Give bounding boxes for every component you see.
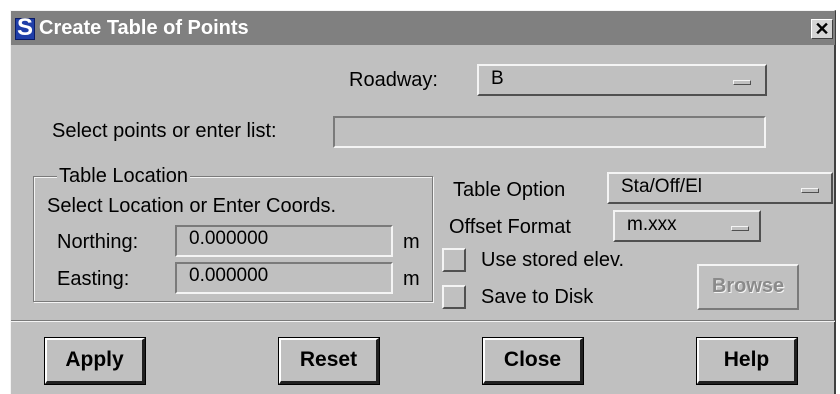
northing-unit: m [403, 231, 420, 253]
close-icon: ✕ [814, 19, 830, 39]
offset-format-label: Offset Format [449, 216, 571, 238]
use-stored-elev-label: Use stored elev. [481, 249, 625, 271]
table-option-value: Sta/Off/El [621, 176, 702, 197]
offset-format-select[interactable]: m.xxx [613, 210, 761, 242]
roadway-label: Roadway: [349, 69, 438, 91]
roadway-select[interactable]: B [477, 64, 767, 96]
app-logo-icon: S [15, 14, 35, 41]
chevron-down-icon [801, 188, 819, 193]
apply-button[interactable]: Apply [44, 337, 146, 385]
location-instruction: Select Location or Enter Coords. [47, 195, 337, 217]
table-location-title: Table Location [57, 163, 190, 189]
chevron-down-icon [731, 226, 749, 231]
northing-input[interactable]: 0.000000 [175, 225, 393, 257]
save-to-disk-label: Save to Disk [481, 286, 594, 308]
offset-format-value: m.xxx [627, 214, 677, 235]
title-bar[interactable]: S Create Table of Points ✕ [11, 11, 835, 45]
roadway-value: B [491, 68, 504, 89]
easting-unit: m [403, 268, 420, 290]
close-window-button[interactable]: ✕ [811, 19, 833, 39]
browse-button[interactable]: Browse [697, 264, 799, 310]
table-option-select[interactable]: Sta/Off/El [607, 172, 833, 204]
reset-button[interactable]: Reset [278, 337, 380, 385]
use-stored-elev-checkbox[interactable] [442, 248, 466, 272]
help-button[interactable]: Help [696, 337, 798, 385]
select-points-input[interactable] [333, 116, 766, 148]
select-points-label: Select points or enter list: [52, 120, 277, 142]
dialog-window: S Create Table of Points ✕ Roadway: B Se… [10, 10, 836, 394]
table-option-label: Table Option [453, 179, 566, 201]
window-title: Create Table of Points [39, 17, 249, 39]
easting-input[interactable]: 0.000000 [175, 262, 393, 294]
save-to-disk-checkbox[interactable] [442, 285, 466, 309]
northing-label: Northing: [57, 231, 139, 253]
chevron-down-icon [733, 80, 751, 85]
easting-label: Easting: [57, 268, 130, 290]
separator [11, 320, 835, 322]
close-button[interactable]: Close [482, 337, 584, 385]
